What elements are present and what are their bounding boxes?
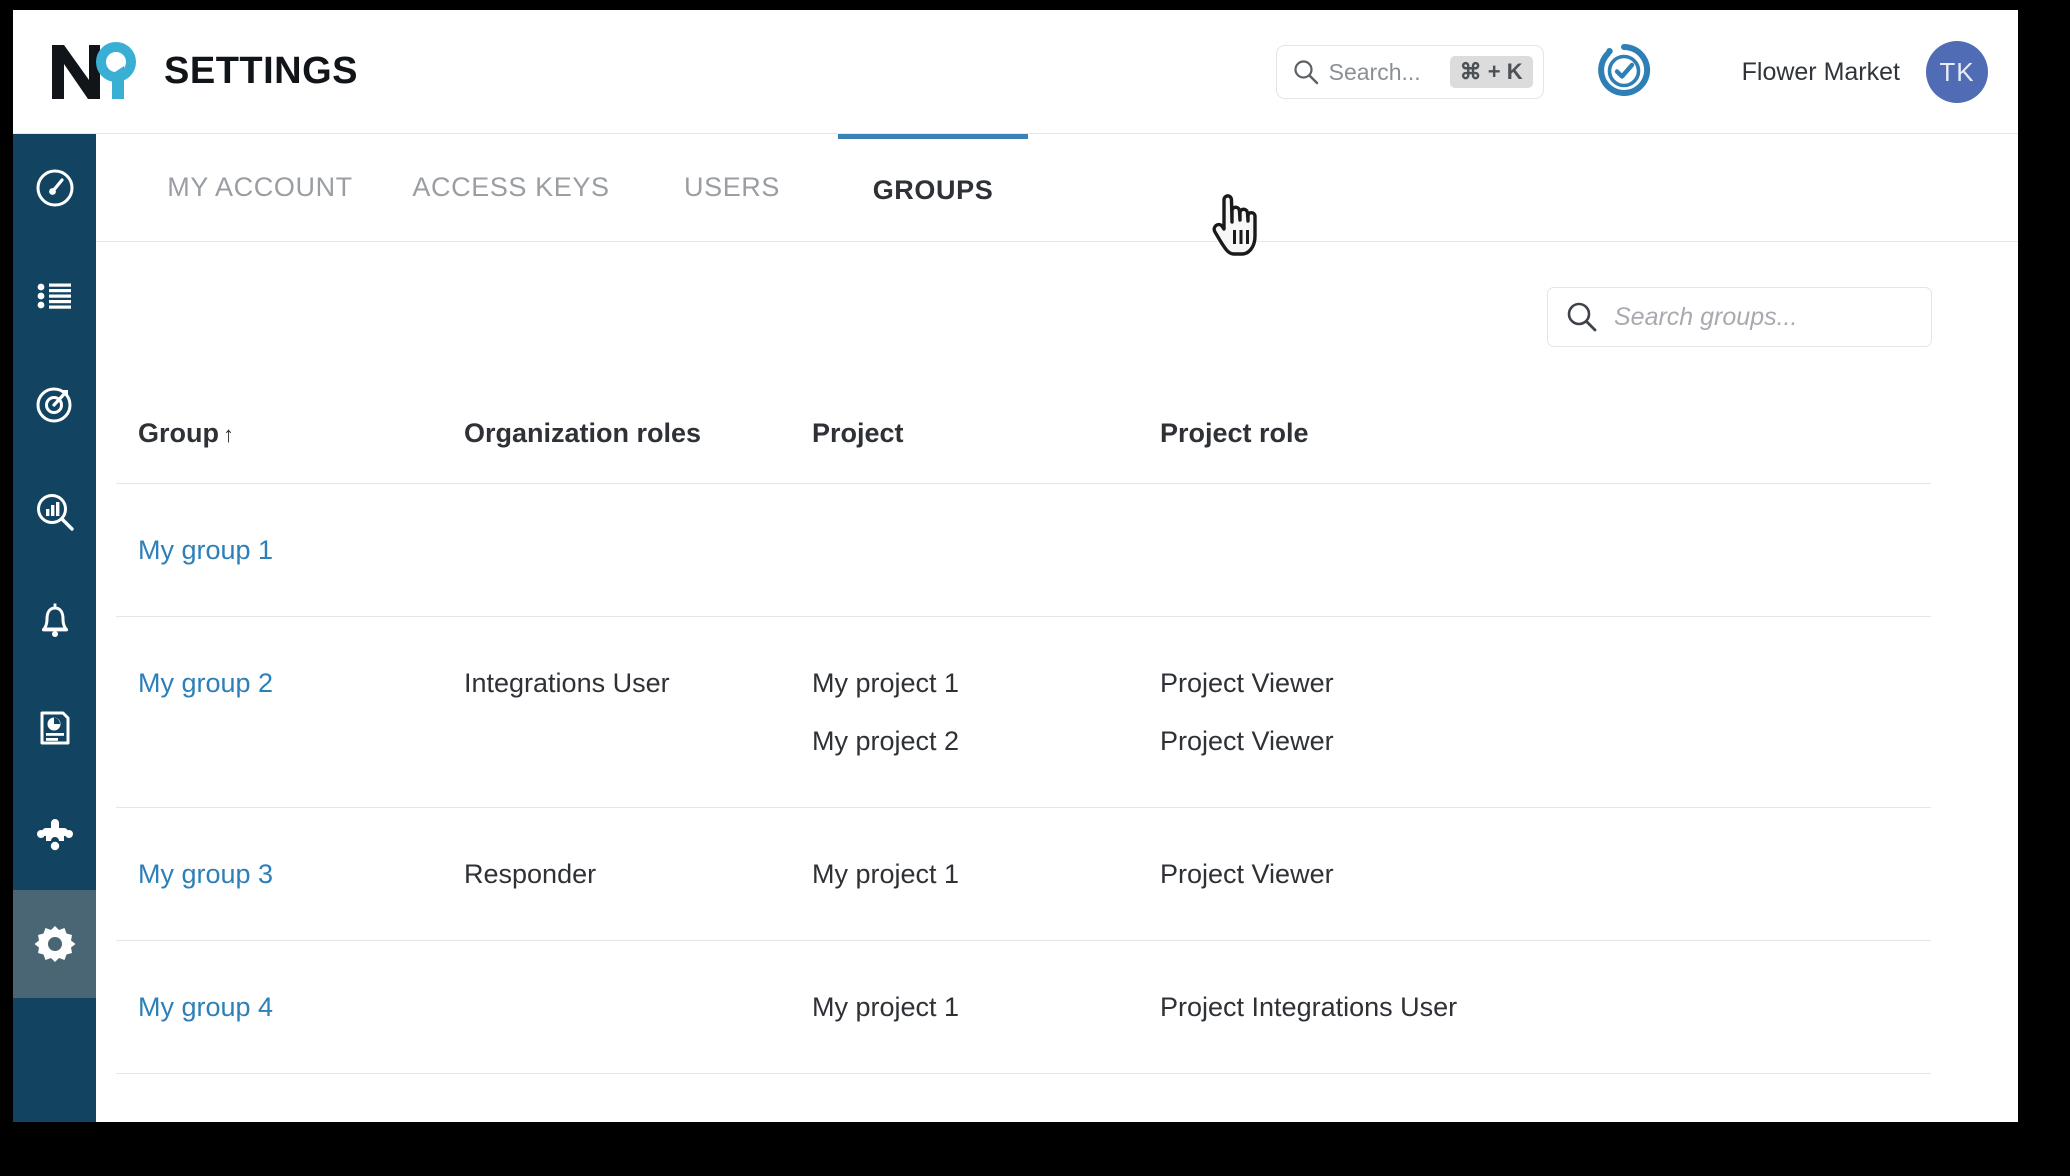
tab-my-account[interactable]: MY ACCOUNT xyxy=(140,134,380,241)
search-groups-input[interactable]: Search groups... xyxy=(1547,287,1932,347)
group-link[interactable]: My group 1 xyxy=(138,535,273,565)
column-header-label: Group xyxy=(138,418,219,448)
project-value: My project 1 xyxy=(812,992,960,1022)
list-icon xyxy=(37,283,71,309)
project-role-value: Project Integrations User xyxy=(1160,992,1458,1022)
sidebar-item-catalog[interactable] xyxy=(13,242,96,350)
column-header-organization-roles[interactable]: Organization roles xyxy=(464,418,812,449)
search-shortcut-badge: ⌘ + K xyxy=(1449,56,1533,88)
sidebar-item-service-health[interactable] xyxy=(13,134,96,242)
gear-icon xyxy=(34,926,75,962)
group-link[interactable]: My group 4 xyxy=(138,992,273,1022)
column-header-project-role[interactable]: Project role xyxy=(1160,418,1931,449)
app-window: SETTINGS Search... ⌘ + K Flower Market T… xyxy=(13,10,2018,1122)
left-sidebar xyxy=(13,134,96,1122)
tab-label: MY ACCOUNT xyxy=(167,172,353,202)
table-row: My group 1 xyxy=(116,484,1931,617)
organization-role-value: Integrations User xyxy=(464,668,670,698)
project-role-value: Project Viewer xyxy=(1160,668,1334,698)
sort-ascending-icon: ↑ xyxy=(223,422,234,447)
tab-label: ACCESS KEYS xyxy=(412,172,610,202)
sidebar-item-slo[interactable] xyxy=(13,350,96,458)
group-link[interactable]: My group 3 xyxy=(138,859,273,889)
tab-label: USERS xyxy=(683,172,781,202)
organization-role-value: Responder xyxy=(464,859,597,889)
app-header: SETTINGS Search... ⌘ + K Flower Market T… xyxy=(13,10,2018,134)
column-header-label: Project role xyxy=(1160,418,1309,448)
project-value: My project 1 xyxy=(812,668,960,698)
search-groups-placeholder: Search groups... xyxy=(1614,302,1798,331)
global-search-input[interactable]: Search... ⌘ + K xyxy=(1275,45,1544,99)
settings-tabbar: MY ACCOUNT ACCESS KEYS USERS GROUPS xyxy=(96,134,2018,242)
puzzle-icon xyxy=(36,819,73,851)
search-icon xyxy=(1294,60,1318,85)
sidebar-item-alerts[interactable] xyxy=(13,566,96,674)
project-value: My project 2 xyxy=(812,726,960,756)
sidebar-item-integrations[interactable] xyxy=(13,782,96,890)
chart-search-icon xyxy=(36,494,74,531)
search-icon xyxy=(1567,302,1597,332)
report-document-icon xyxy=(40,711,69,745)
project-role-value: Project Viewer xyxy=(1160,859,1334,889)
avatar[interactable]: TK xyxy=(1926,41,1988,103)
project-role-value: Project Viewer xyxy=(1160,726,1334,756)
column-header-project[interactable]: Project xyxy=(812,418,1160,449)
gauge-icon xyxy=(36,169,73,207)
tab-users[interactable]: USERS xyxy=(644,134,820,241)
table-row: My group 3 Responder My project 1 Projec… xyxy=(116,808,1931,941)
org-name-label: Flower Market xyxy=(1741,57,1900,86)
sidebar-item-settings[interactable] xyxy=(13,890,96,998)
target-icon xyxy=(36,387,71,423)
brand-logo[interactable]: SETTINGS xyxy=(48,40,358,102)
groups-panel: Search groups... Group ↑ Organization rol… xyxy=(96,242,2018,1122)
column-header-label: Organization roles xyxy=(464,418,702,448)
tab-access-keys[interactable]: ACCESS KEYS xyxy=(396,134,626,241)
groups-table: Group ↑ Organization roles Project Projec… xyxy=(116,384,1931,1074)
project-value: My project 1 xyxy=(812,859,960,889)
group-link[interactable]: My group 2 xyxy=(138,668,273,698)
status-check-icon[interactable] xyxy=(1594,40,1654,105)
tab-groups[interactable]: GROUPS xyxy=(838,134,1028,241)
table-row: My group 4 My project 1 Project Integrat… xyxy=(116,941,1931,1074)
column-header-label: Project xyxy=(812,418,904,448)
table-header-row: Group ↑ Organization roles Project Projec… xyxy=(116,384,1931,484)
bell-icon xyxy=(41,603,68,637)
page-title: SETTINGS xyxy=(164,49,359,92)
header-right-cluster: Search... ⌘ + K Flower Market TK xyxy=(1275,10,1988,134)
tab-label: GROUPS xyxy=(872,174,994,205)
table-row: My group 2 Integrations User My project … xyxy=(116,617,1931,808)
n9-logo-icon xyxy=(52,42,136,99)
sidebar-item-reports[interactable] xyxy=(13,458,96,566)
org-switcher[interactable]: Flower Market TK xyxy=(1742,41,1988,103)
sidebar-item-documents[interactable] xyxy=(13,674,96,782)
global-search-placeholder: Search... xyxy=(1328,58,1421,85)
column-header-group[interactable]: Group ↑ xyxy=(116,418,464,449)
